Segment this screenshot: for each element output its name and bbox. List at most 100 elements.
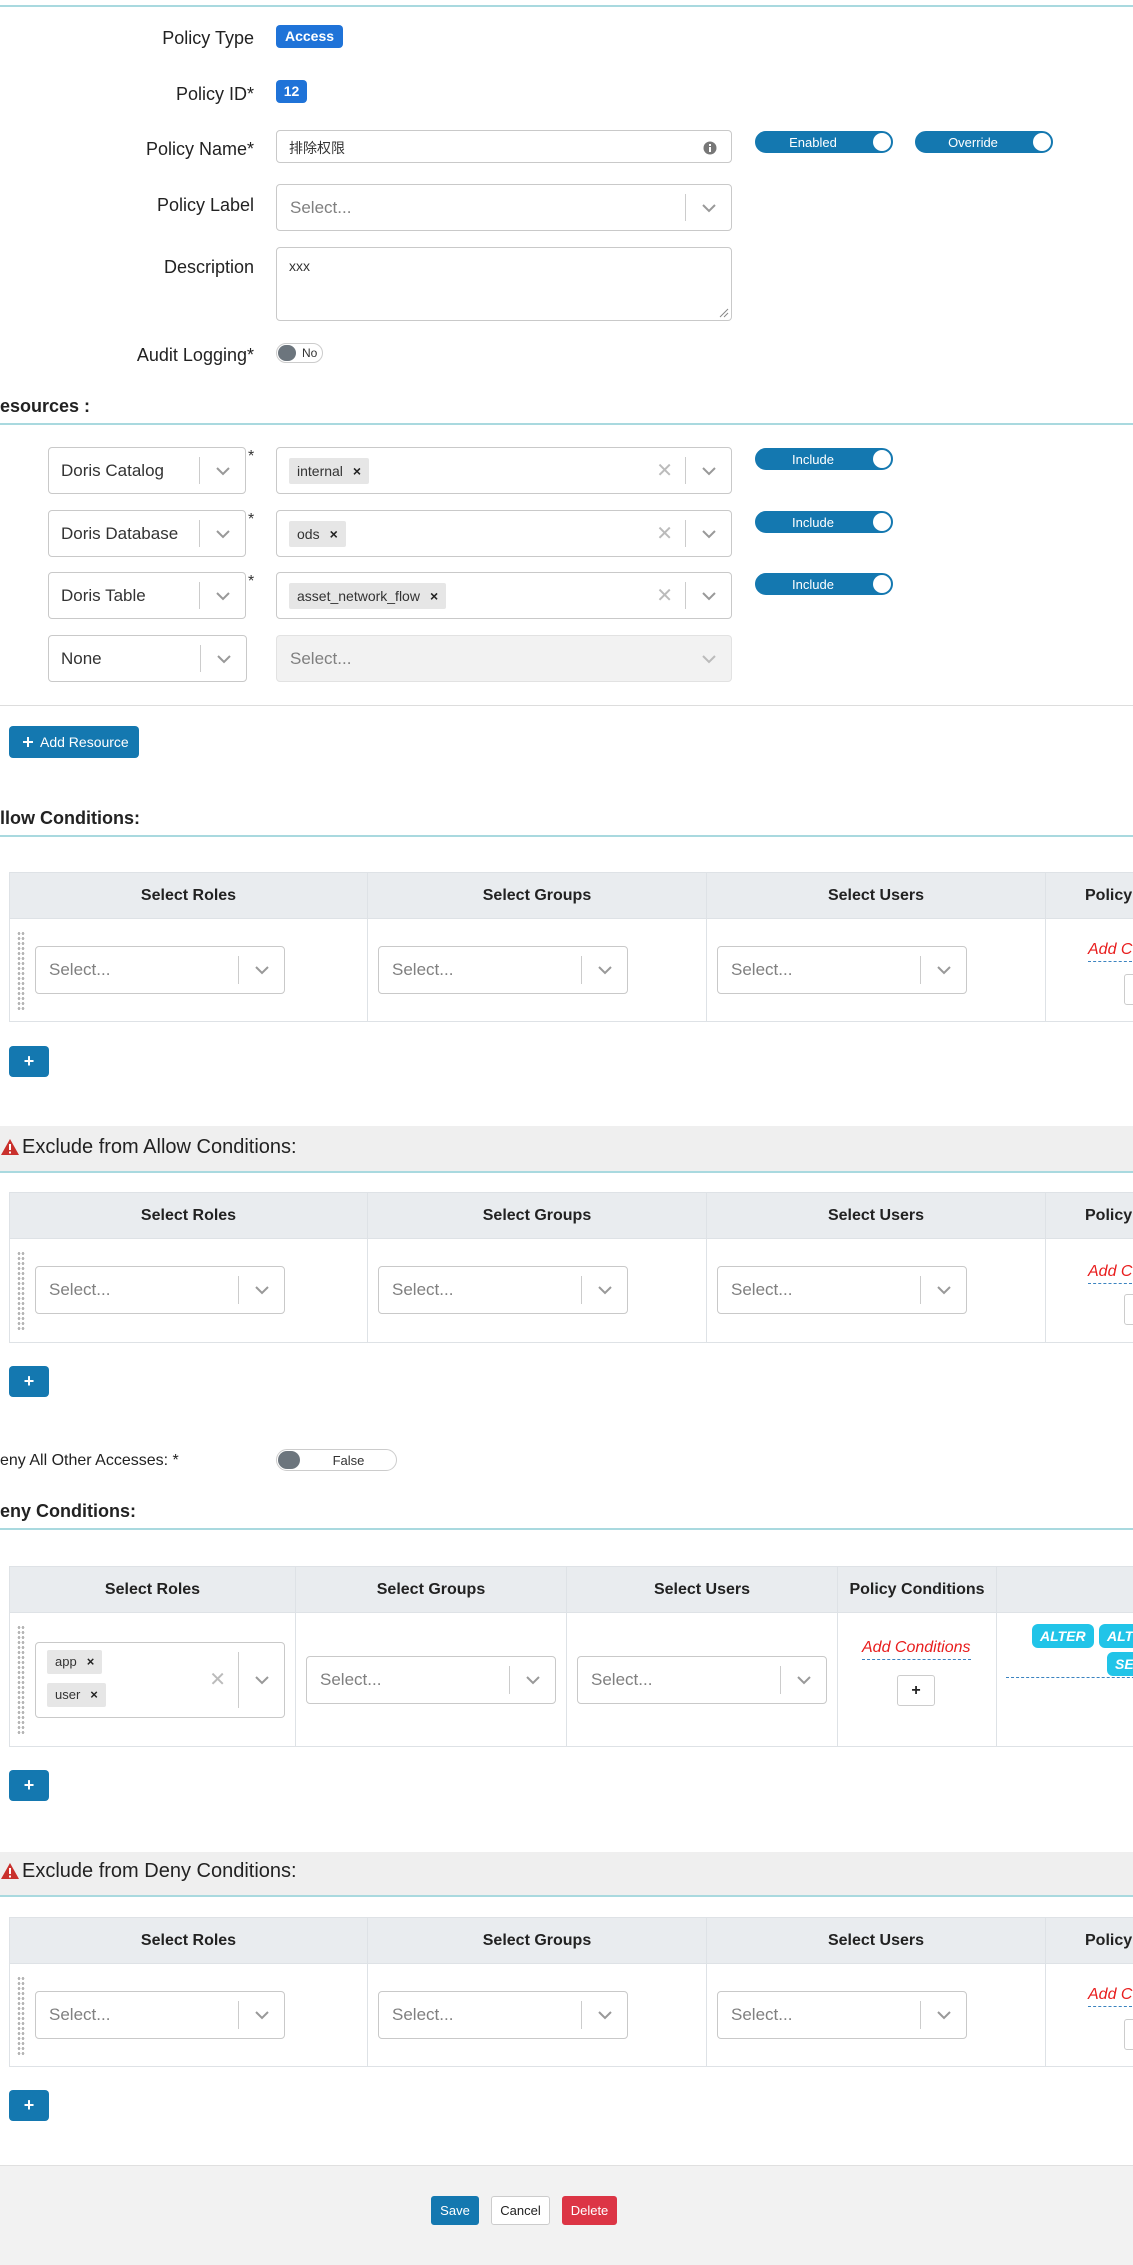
exclude-allow-users-select[interactable]: Select... bbox=[717, 1266, 967, 1314]
chevron-down-icon bbox=[255, 1676, 269, 1685]
include-toggle-database[interactable]: Include bbox=[755, 511, 893, 533]
warning-icon bbox=[1, 1863, 19, 1879]
add-exclude-deny-row-button[interactable]: + bbox=[9, 2090, 49, 2121]
exclude-deny-groups-select[interactable]: Select... bbox=[378, 1991, 628, 2039]
resource-value-select-catalog[interactable]: internal × ✕ bbox=[276, 447, 732, 494]
resource-value-select-table[interactable]: asset_network_flow × ✕ bbox=[276, 572, 732, 619]
drag-handle-icon[interactable] bbox=[17, 1625, 25, 1735]
close-icon[interactable]: × bbox=[330, 526, 338, 542]
allow-roles-select[interactable]: Select... bbox=[35, 946, 285, 994]
close-icon[interactable]: × bbox=[90, 1687, 98, 1702]
role-tag[interactable]: app × bbox=[47, 1650, 103, 1674]
policy-name-input[interactable]: 排除权限 bbox=[276, 130, 732, 163]
drag-handle-icon[interactable] bbox=[17, 1251, 25, 1331]
resource-tag[interactable]: asset_network_flow × bbox=[289, 583, 447, 609]
policy-label-select[interactable]: Select... bbox=[276, 184, 732, 231]
tag-label: user bbox=[55, 1687, 81, 1702]
include-toggle-table[interactable]: Include bbox=[755, 573, 893, 595]
select-separator bbox=[199, 457, 200, 484]
exclude-deny-roles-select[interactable]: Select... bbox=[35, 1991, 285, 2039]
delete-button[interactable]: Delete bbox=[562, 2196, 617, 2225]
chevron-down-icon bbox=[255, 966, 269, 975]
section-divider bbox=[0, 705, 1133, 706]
drag-handle-icon[interactable] bbox=[17, 931, 25, 1011]
drag-handle-icon[interactable] bbox=[17, 1976, 25, 2056]
chevron-down-icon bbox=[797, 1676, 811, 1685]
resource-tag[interactable]: ods × bbox=[289, 521, 346, 547]
resource-tag[interactable]: internal × bbox=[289, 458, 370, 484]
info-icon[interactable] bbox=[703, 141, 717, 155]
column-divider bbox=[566, 1613, 567, 1747]
save-button[interactable]: Save bbox=[431, 2196, 479, 2225]
include-toggle-catalog[interactable]: Include bbox=[755, 448, 893, 470]
permission-pill[interactable]: ALT bbox=[1099, 1624, 1133, 1648]
exclude-deny-users-select[interactable]: Select... bbox=[717, 1991, 967, 2039]
exclude-deny-table: Select Roles Select Groups Select Users … bbox=[9, 1917, 1133, 2067]
deny-roles-select[interactable]: app × user × ✕ bbox=[35, 1642, 285, 1718]
add-condition-box[interactable] bbox=[1124, 1294, 1133, 1325]
resource-type-select-database[interactable]: Doris Database bbox=[48, 510, 246, 557]
select-separator bbox=[685, 194, 686, 221]
toggle-knob bbox=[278, 345, 296, 361]
deny-groups-select[interactable]: Select... bbox=[306, 1656, 556, 1704]
close-icon[interactable]: × bbox=[87, 1654, 95, 1669]
exclude-allow-roles-select[interactable]: Select... bbox=[35, 1266, 285, 1314]
add-exclude-allow-row-button[interactable]: + bbox=[9, 1366, 49, 1397]
resize-handle-icon[interactable] bbox=[719, 308, 729, 318]
clear-icon[interactable]: ✕ bbox=[209, 1670, 226, 1690]
role-tag[interactable]: user × bbox=[47, 1683, 106, 1707]
column-divider bbox=[706, 1964, 707, 2067]
enabled-toggle[interactable]: Enabled bbox=[755, 131, 893, 153]
select-placeholder: Select... bbox=[731, 1280, 793, 1299]
column-header: Select Users bbox=[567, 1567, 838, 1613]
tag-label: asset_network_flow bbox=[297, 588, 420, 604]
resource-type-select-table[interactable]: Doris Table bbox=[48, 572, 246, 619]
top-divider bbox=[0, 5, 1133, 7]
add-condition-box[interactable] bbox=[1124, 2019, 1133, 2050]
add-allow-row-button[interactable]: + bbox=[9, 1046, 49, 1077]
allow-groups-select[interactable]: Select... bbox=[378, 946, 628, 994]
clear-icon[interactable]: ✕ bbox=[656, 461, 673, 481]
table-header: Select Roles Select Groups Select Users … bbox=[10, 1193, 1133, 1239]
permission-pill[interactable]: SE bbox=[1107, 1652, 1133, 1676]
chevron-down-icon bbox=[216, 591, 230, 600]
resource-type-select-none[interactable]: None bbox=[48, 635, 247, 682]
exclude-allow-groups-select[interactable]: Select... bbox=[378, 1266, 628, 1314]
cancel-button[interactable]: Cancel bbox=[491, 2196, 550, 2225]
permission-pill[interactable]: ALTER bbox=[1032, 1624, 1094, 1648]
add-condition-box[interactable] bbox=[1124, 974, 1133, 1005]
add-resource-button[interactable]: Add Resource bbox=[9, 726, 139, 758]
column-header: Select Groups bbox=[368, 1193, 707, 1239]
deny-all-value: False bbox=[332, 1453, 365, 1468]
override-toggle[interactable]: Override bbox=[915, 131, 1053, 153]
description-textarea[interactable]: xxx bbox=[276, 247, 732, 321]
policy-id-label: Policy ID* bbox=[175, 84, 254, 104]
chevron-down-icon bbox=[526, 1676, 540, 1685]
clear-icon[interactable]: ✕ bbox=[656, 586, 673, 606]
add-conditions-link[interactable]: Add C bbox=[1088, 941, 1133, 962]
chevron-down-icon bbox=[598, 1286, 612, 1295]
column-header: Select Roles bbox=[10, 1193, 368, 1239]
resource-value-select-database[interactable]: ods × ✕ bbox=[276, 510, 732, 557]
audit-logging-toggle[interactable]: No bbox=[276, 343, 323, 363]
section-divider bbox=[0, 1528, 1133, 1530]
close-icon[interactable]: × bbox=[430, 588, 438, 604]
select-placeholder: Select... bbox=[49, 960, 111, 979]
add-conditions-link[interactable]: Add Conditions bbox=[862, 1639, 971, 1660]
deny-all-toggle[interactable]: False bbox=[276, 1449, 397, 1471]
policy-id-badge: 12 bbox=[276, 80, 307, 103]
deny-conditions-table: Select Roles Select Groups Select Users … bbox=[9, 1566, 1133, 1747]
add-conditions-link[interactable]: Add C bbox=[1088, 1986, 1133, 2007]
table-header: Select Roles Select Groups Select Users … bbox=[10, 873, 1133, 919]
tag-label: internal bbox=[297, 463, 343, 479]
add-deny-row-button[interactable]: + bbox=[9, 1770, 49, 1801]
column-divider bbox=[295, 1613, 296, 1747]
allow-users-select[interactable]: Select... bbox=[717, 946, 967, 994]
deny-users-select[interactable]: Select... bbox=[577, 1656, 827, 1704]
add-condition-button[interactable]: + bbox=[897, 1675, 935, 1706]
clear-icon[interactable]: ✕ bbox=[656, 524, 673, 544]
add-conditions-link[interactable]: Add C bbox=[1088, 1263, 1133, 1284]
select-separator bbox=[238, 1276, 239, 1304]
close-icon[interactable]: × bbox=[353, 463, 361, 479]
resource-type-select-catalog[interactable]: Doris Catalog bbox=[48, 447, 246, 494]
